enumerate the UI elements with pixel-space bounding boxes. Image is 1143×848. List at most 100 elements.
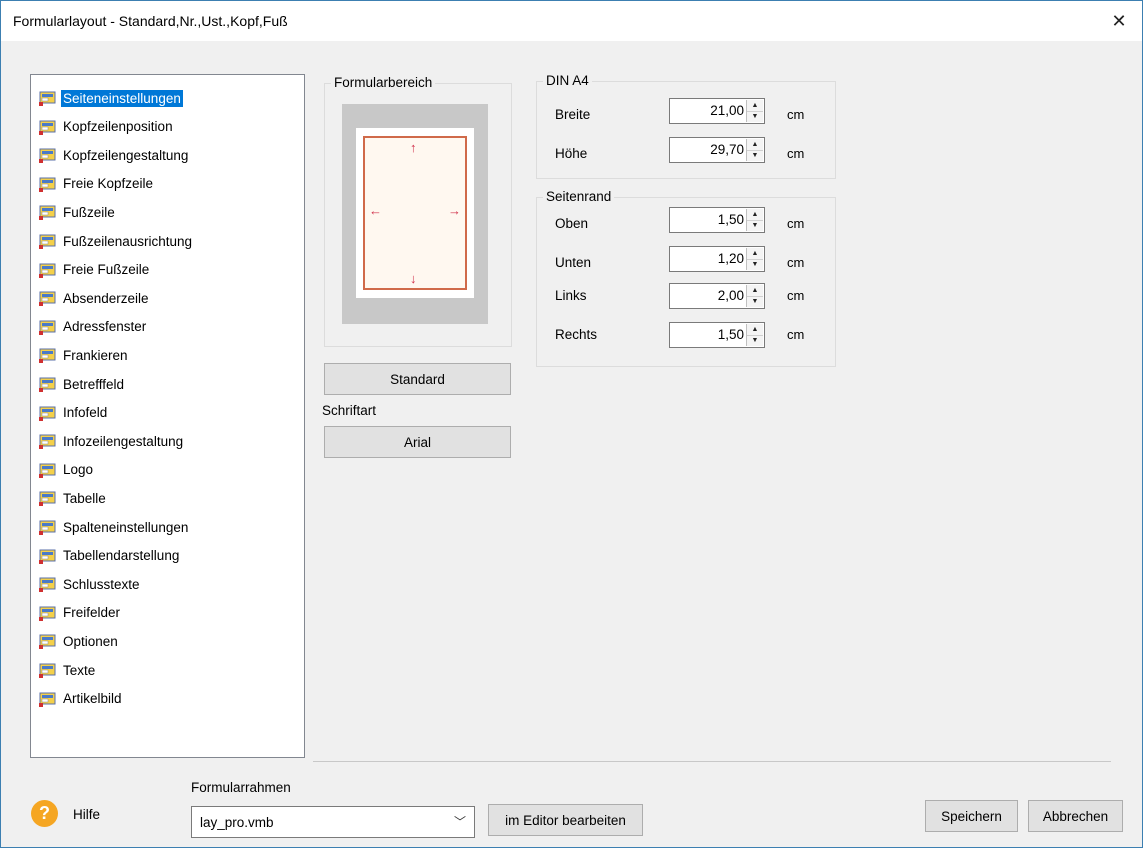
height-label: Höhe bbox=[555, 146, 588, 161]
tree-item[interactable]: Fußzeile bbox=[38, 201, 117, 223]
tree-item-label: Fußzeilenausrichtung bbox=[63, 233, 193, 249]
layout-section-icon bbox=[38, 690, 58, 708]
tree-item[interactable]: Optionen bbox=[38, 630, 120, 652]
spin-up-icon[interactable]: ▲ bbox=[747, 324, 763, 336]
layout-section-icon bbox=[38, 375, 58, 393]
layout-section-icon bbox=[38, 261, 58, 279]
tree-item-label: Adressfenster bbox=[63, 319, 147, 335]
tree-item[interactable]: Kopfzeilenposition bbox=[38, 116, 175, 138]
margin-right-unit: cm bbox=[787, 327, 805, 342]
height-stepper[interactable]: 29,70 ▲ ▼ bbox=[669, 137, 765, 163]
layout-section-icon bbox=[38, 289, 58, 307]
margins-title: Seitenrand bbox=[543, 189, 615, 204]
tree-item[interactable]: Infofeld bbox=[38, 402, 109, 424]
standard-button[interactable]: Standard bbox=[324, 363, 511, 395]
arrow-down-icon: ↓ bbox=[410, 271, 417, 286]
margin-bottom-label: Unten bbox=[555, 255, 592, 270]
tree-item[interactable]: Freifelder bbox=[38, 602, 122, 624]
tree-item[interactable]: Frankieren bbox=[38, 344, 130, 366]
cancel-button[interactable]: Abbrechen bbox=[1028, 800, 1123, 832]
tree-item-label: Absenderzeile bbox=[63, 290, 149, 306]
spin-up-icon[interactable]: ▲ bbox=[747, 248, 763, 260]
tree-item[interactable]: Freie Fußzeile bbox=[38, 259, 151, 281]
window-title: Formularlayout - Standard,Nr.,Ust.,Kopf,… bbox=[13, 13, 288, 29]
help-label[interactable]: Hilfe bbox=[73, 807, 100, 822]
frame-select[interactable]: lay_pro.vmb ﹀ bbox=[191, 806, 475, 838]
margin-top-label: Oben bbox=[555, 216, 589, 231]
tree-item[interactable]: Spalteneinstellungen bbox=[38, 516, 190, 538]
font-button[interactable]: Arial bbox=[324, 426, 511, 458]
save-button[interactable]: Speichern bbox=[925, 800, 1018, 832]
spin-up-icon[interactable]: ▲ bbox=[747, 139, 763, 151]
layout-section-icon bbox=[38, 318, 58, 336]
tree-item[interactable]: Logo bbox=[38, 459, 95, 481]
spin-down-icon[interactable]: ▼ bbox=[747, 220, 763, 231]
layout-section-icon bbox=[38, 404, 58, 422]
tree-item-label: Kopfzeilengestaltung bbox=[63, 147, 189, 163]
tree-item[interactable]: Tabellendarstellung bbox=[38, 545, 181, 567]
tree-item[interactable]: Schlusstexte bbox=[38, 573, 142, 595]
tree-item[interactable]: Absenderzeile bbox=[38, 287, 151, 309]
spin-down-icon[interactable]: ▼ bbox=[747, 111, 763, 122]
settings-tree[interactable]: Seiteneinstellungen Kopfzeilenposition Kop… bbox=[30, 74, 305, 758]
dialog-window: Formularlayout - Standard,Nr.,Ust.,Kopf,… bbox=[0, 0, 1143, 848]
tree-item[interactable]: Fußzeilenausrichtung bbox=[38, 230, 194, 252]
height-unit: cm bbox=[787, 146, 805, 161]
frame-label: Formularrahmen bbox=[191, 780, 291, 795]
tree-item-label: Schlusstexte bbox=[63, 576, 140, 592]
edit-in-editor-button[interactable]: im Editor bearbeiten bbox=[488, 804, 643, 836]
layout-section-icon bbox=[38, 632, 58, 650]
layout-section-icon bbox=[38, 89, 58, 107]
margin-left-stepper[interactable]: 2,00 ▲ ▼ bbox=[669, 283, 765, 309]
layout-section-icon bbox=[38, 575, 58, 593]
page-preview: ↑ ↓ ← → bbox=[342, 104, 488, 324]
tree-item[interactable]: Betrefffeld bbox=[38, 373, 126, 395]
spin-down-icon[interactable]: ▼ bbox=[747, 335, 763, 346]
spin-down-icon[interactable]: ▼ bbox=[747, 296, 763, 307]
form-area-group: Formularbereich ↑ ↓ ← → bbox=[324, 75, 512, 347]
title-bar: Formularlayout - Standard,Nr.,Ust.,Kopf,… bbox=[1, 1, 1142, 41]
page-size-group: DIN A4 bbox=[536, 73, 836, 179]
layout-section-icon bbox=[38, 604, 58, 622]
layout-section-icon bbox=[38, 232, 58, 250]
spin-up-icon[interactable]: ▲ bbox=[747, 100, 763, 112]
page-size-title: DIN A4 bbox=[543, 73, 592, 88]
spin-up-icon[interactable]: ▲ bbox=[747, 209, 763, 221]
tree-item[interactable]: Infozeilengestaltung bbox=[38, 430, 185, 452]
margin-bottom-stepper[interactable]: 1,20 ▲ ▼ bbox=[669, 246, 765, 272]
width-stepper[interactable]: 21,00 ▲ ▼ bbox=[669, 98, 765, 124]
tree-item-label: Tabellendarstellung bbox=[63, 548, 180, 564]
tree-item-label: Freie Fußzeile bbox=[63, 262, 150, 278]
tree-item[interactable]: Tabelle bbox=[38, 487, 108, 509]
spin-down-icon[interactable]: ▼ bbox=[747, 150, 763, 161]
layout-section-icon bbox=[38, 489, 58, 507]
tree-item[interactable]: Kopfzeilengestaltung bbox=[38, 144, 190, 166]
arrow-left-icon: ← bbox=[369, 203, 382, 218]
tree-item[interactable]: Seiteneinstellungen bbox=[38, 87, 183, 109]
tree-item[interactable]: Adressfenster bbox=[38, 316, 148, 338]
tree-item[interactable]: Artikelbild bbox=[38, 688, 124, 710]
tree-item[interactable]: Freie Kopfzeile bbox=[38, 173, 155, 195]
layout-section-icon bbox=[38, 661, 58, 679]
margin-left-label: Links bbox=[555, 288, 587, 303]
tree-item-label: Seiteneinstellungen bbox=[61, 89, 183, 107]
layout-section-icon bbox=[38, 461, 58, 479]
footer-separator bbox=[313, 761, 1111, 762]
layout-section-icon bbox=[38, 146, 58, 164]
tree-item-label: Artikelbild bbox=[63, 691, 122, 707]
spin-up-icon[interactable]: ▲ bbox=[747, 285, 763, 297]
tree-item-label: Spalteneinstellungen bbox=[63, 519, 189, 535]
margin-right-label: Rechts bbox=[555, 327, 598, 342]
spin-down-icon[interactable]: ▼ bbox=[747, 259, 763, 270]
tree-item-label: Logo bbox=[63, 462, 94, 478]
arrow-right-icon: → bbox=[448, 203, 461, 218]
close-button[interactable]: ✕ bbox=[1096, 1, 1142, 41]
tree-item-label: Infozeilengestaltung bbox=[63, 433, 184, 449]
margin-right-stepper[interactable]: 1,50 ▲ ▼ bbox=[669, 322, 765, 348]
width-unit: cm bbox=[787, 107, 805, 122]
tree-item-label: Betrefffeld bbox=[63, 376, 125, 392]
tree-item[interactable]: Texte bbox=[38, 659, 97, 681]
layout-section-icon bbox=[38, 175, 58, 193]
margin-top-stepper[interactable]: 1,50 ▲ ▼ bbox=[669, 207, 765, 233]
help-icon[interactable]: ? bbox=[31, 800, 58, 827]
